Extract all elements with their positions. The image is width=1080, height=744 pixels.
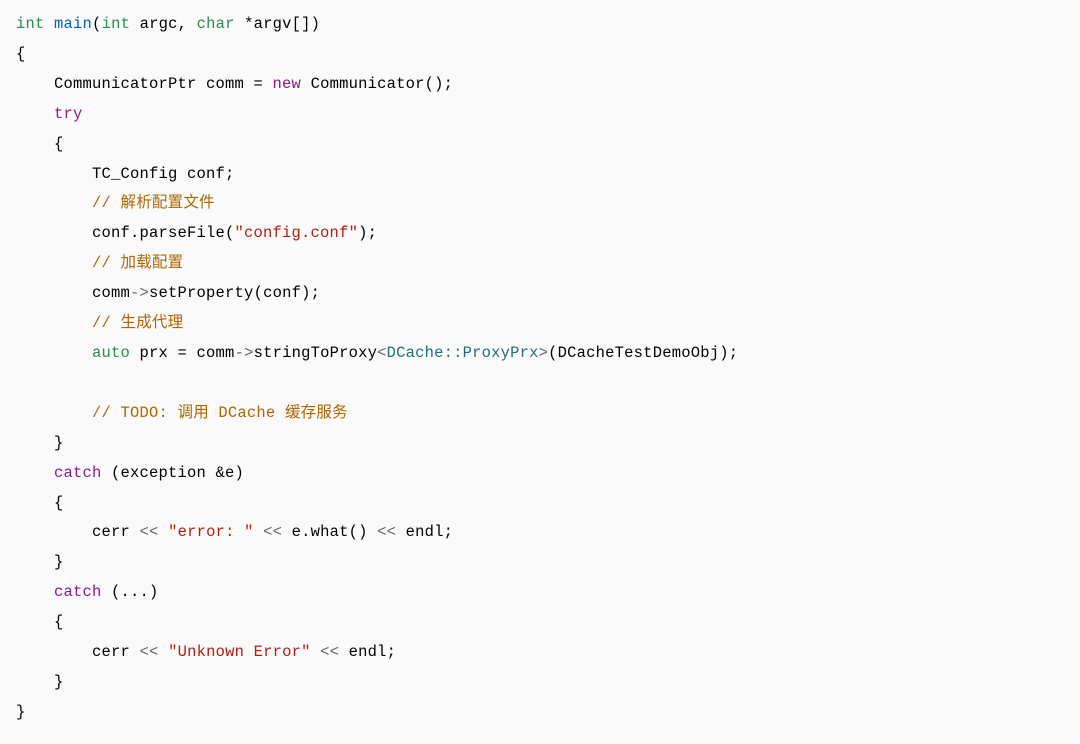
token-op: <<	[320, 643, 339, 661]
token: argc,	[130, 15, 197, 33]
token-keyword: new	[273, 75, 302, 93]
token-keyword: catch	[16, 464, 102, 482]
token: cerr	[16, 523, 140, 541]
token-string: "config.conf"	[235, 224, 359, 242]
token: (DCacheTestDemoObj);	[548, 344, 738, 362]
code-block: int main(int argc, char *argv[]) { Commu…	[0, 0, 1080, 744]
token: setProperty(conf);	[149, 284, 320, 302]
token-op: <	[377, 344, 387, 362]
token-func: main	[54, 15, 92, 33]
token-type: int	[102, 15, 131, 33]
token: e.what()	[282, 523, 377, 541]
token: CommunicatorPtr comm =	[16, 75, 273, 93]
token-keyword: try	[16, 105, 83, 123]
token-op: >	[539, 344, 549, 362]
token-brace: {	[16, 45, 26, 63]
token: cerr	[16, 643, 140, 661]
token-string: "error: "	[168, 523, 254, 541]
token: endl;	[339, 643, 396, 661]
token-op: <<	[140, 523, 159, 541]
token-type: auto	[16, 344, 130, 362]
token-brace: {	[16, 135, 64, 153]
token: endl;	[396, 523, 453, 541]
token-comment: // 解析配置文件	[16, 194, 215, 212]
token-brace: }	[16, 673, 64, 691]
token: (	[92, 15, 102, 33]
token-brace: }	[16, 553, 64, 571]
token-comment: // 生成代理	[16, 314, 183, 332]
token: (exception &e)	[102, 464, 245, 482]
token-brace: }	[16, 703, 26, 721]
token-brace: {	[16, 613, 64, 631]
token: );	[358, 224, 377, 242]
token	[311, 643, 321, 661]
token: comm	[16, 284, 130, 302]
token	[159, 523, 169, 541]
token	[159, 643, 169, 661]
token: TC_Config conf;	[16, 165, 235, 183]
token-op: <<	[140, 643, 159, 661]
token: stringToProxy	[254, 344, 378, 362]
token-template: DCache::ProxyPrx	[387, 344, 539, 362]
token-type: char	[197, 15, 235, 33]
token	[254, 523, 264, 541]
token-keyword: catch	[16, 583, 102, 601]
token-op: ->	[130, 284, 149, 302]
token: (...)	[102, 583, 159, 601]
token: Communicator();	[301, 75, 453, 93]
token: conf.parseFile(	[16, 224, 235, 242]
token-op: <<	[263, 523, 282, 541]
token-comment: // 加载配置	[16, 254, 183, 272]
token: *argv[])	[235, 15, 321, 33]
token: prx = comm	[130, 344, 235, 362]
token-brace: }	[16, 434, 64, 452]
token-type: int	[16, 15, 45, 33]
token-brace: {	[16, 494, 64, 512]
token-op: <<	[377, 523, 396, 541]
token-op: ->	[235, 344, 254, 362]
token-string: "Unknown Error"	[168, 643, 311, 661]
token-comment: // TODO: 调用 DCache 缓存服务	[16, 404, 348, 422]
